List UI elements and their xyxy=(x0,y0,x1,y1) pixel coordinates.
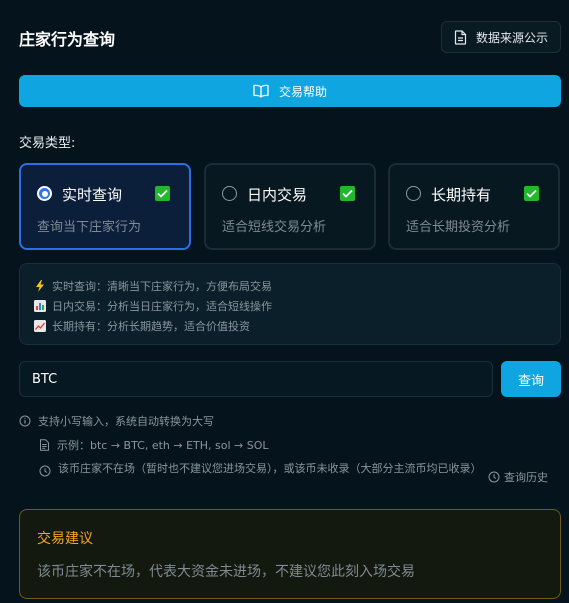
hint-text: 示例：btc → BTC, eth → ETH, sol → SOL xyxy=(57,439,269,452)
hint-text: 该币庄家不在场（暂时也不建议您进场交易），或该币未收录（大部分主流币均已收录） xyxy=(58,462,482,475)
query-history-label: 查询历史 xyxy=(504,471,548,484)
check-icon xyxy=(157,189,168,198)
info-line-longterm: 长期持有：分析长期趋势，适合价值投资 xyxy=(34,316,560,336)
info-text: 实时查询：清晰当下庄家行为，方便布局交易 xyxy=(52,280,272,293)
info-line-intraday: 日内交易：分析当日庄家行为，适合短线操作 xyxy=(34,296,560,316)
clock-icon xyxy=(39,465,51,477)
trade-type-label: 交易类型: xyxy=(19,136,76,151)
trade-help-button[interactable]: 交易帮助 xyxy=(19,75,561,107)
document-icon xyxy=(40,439,49,451)
option-desc: 适合长期投资分析 xyxy=(406,220,511,235)
page-title: 庄家行为查询 xyxy=(19,30,116,49)
option-title: 长期持有 xyxy=(431,186,492,204)
trade-type-card-realtime[interactable]: 实时查询 查询当下庄家行为 xyxy=(19,163,191,250)
trade-type-card-intraday[interactable]: 日内交易 适合短线交易分析 xyxy=(204,163,376,250)
line-chart-icon xyxy=(34,320,46,332)
bar-chart-icon xyxy=(34,300,46,312)
data-source-button[interactable]: 数据来源公示 xyxy=(441,21,561,53)
option-title: 日内交易 xyxy=(247,186,308,204)
hint-example: 示例：btc → BTC, eth → ETH, sol → SOL xyxy=(39,437,269,453)
info-icon xyxy=(19,415,31,427)
trade-type-info-box: 实时查询：清晰当下庄家行为，方便布局交易 日内交易：分析当日庄家行为，适合短线操… xyxy=(19,263,561,345)
symbol-input[interactable] xyxy=(19,361,493,397)
query-history-button[interactable]: 查询历史 xyxy=(488,469,548,485)
info-text: 长期持有：分析长期趋势，适合价值投资 xyxy=(52,320,250,333)
document-icon xyxy=(454,29,467,45)
option-desc: 查询当下庄家行为 xyxy=(37,220,142,235)
option-title: 实时查询 xyxy=(62,186,123,204)
option-desc: 适合短线交易分析 xyxy=(222,220,327,235)
radio-unselected[interactable] xyxy=(406,186,421,201)
radio-unselected[interactable] xyxy=(222,186,237,201)
checkbox-checked[interactable] xyxy=(340,186,355,201)
hint-text: 支持小写输入，系统自动转换为大写 xyxy=(38,415,214,428)
advice-text: 该币庄家不在场，代表大资金未进场，不建议您此刻入场交易 xyxy=(37,564,415,580)
clock-icon xyxy=(488,471,500,483)
hint-status: 该币庄家不在场（暂时也不建议您进场交易），或该币未收录（大部分主流币均已收录） xyxy=(39,461,482,477)
advice-title: 交易建议 xyxy=(37,531,93,547)
hint-uppercase: 支持小写输入，系统自动转换为大写 xyxy=(19,413,214,429)
checkbox-checked[interactable] xyxy=(155,186,170,201)
info-text: 日内交易：分析当日庄家行为，适合短线操作 xyxy=(52,300,272,313)
trade-advice-box: 交易建议 该币庄家不在场，代表大资金未进场，不建议您此刻入场交易 xyxy=(19,509,561,599)
query-button[interactable]: 查询 xyxy=(501,361,561,397)
lightning-icon xyxy=(34,280,46,292)
data-source-label: 数据来源公示 xyxy=(476,30,549,45)
checkbox-checked[interactable] xyxy=(524,186,539,201)
info-line-realtime: 实时查询：清晰当下庄家行为，方便布局交易 xyxy=(34,276,560,296)
check-icon xyxy=(342,189,353,198)
book-icon xyxy=(253,84,269,98)
trade-help-label: 交易帮助 xyxy=(278,84,327,99)
check-icon xyxy=(526,189,537,198)
trade-type-card-longterm[interactable]: 长期持有 适合长期投资分析 xyxy=(388,163,560,250)
radio-selected[interactable] xyxy=(37,186,52,201)
